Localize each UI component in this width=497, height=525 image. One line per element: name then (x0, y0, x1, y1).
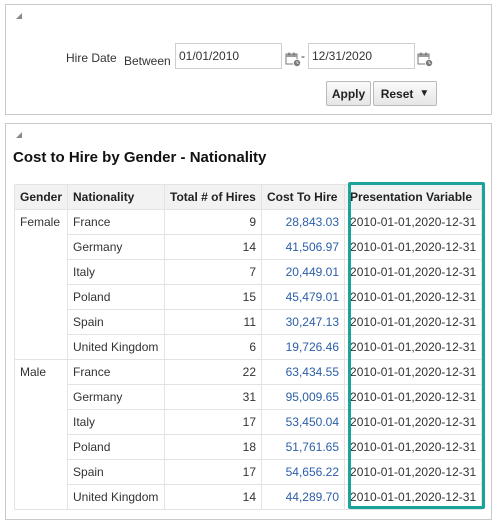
cost-cell[interactable]: 19,726.46 (261, 334, 346, 360)
between-label: Between (124, 54, 171, 68)
column-header-cost-to-hire[interactable]: Cost To Hire (261, 184, 346, 210)
column-header-nationality[interactable]: Nationality (67, 184, 166, 210)
gender-cell: Male (13, 359, 69, 510)
cost-cell[interactable]: 51,761.65 (261, 434, 346, 460)
column-header-presentation-variable[interactable]: Presentation Variable (344, 184, 483, 210)
apply-button-label: Apply (331, 86, 366, 101)
report-table-wrapper: Gender Nationality Total # of Hires Cost… (13, 184, 483, 510)
hire-date-from-input[interactable] (175, 43, 282, 69)
presentation-variable-cell: 2010-01-01,2020-12-31 (344, 259, 483, 285)
table-row: Germany 31 95,009.65 2010-01-01,2020-12-… (15, 384, 483, 410)
hires-cell: 14 (164, 234, 263, 260)
collapse-triangle-icon[interactable] (16, 13, 22, 19)
column-header-gender[interactable]: Gender (13, 184, 69, 210)
presentation-variable-cell: 2010-01-01,2020-12-31 (344, 434, 483, 460)
hires-cell: 17 (164, 409, 263, 435)
presentation-variable-cell: 2010-01-01,2020-12-31 (344, 484, 483, 510)
hires-cell: 31 (164, 384, 263, 410)
hires-cell: 7 (164, 259, 263, 285)
collapse-triangle-icon[interactable] (16, 132, 22, 138)
hires-cell: 14 (164, 484, 263, 510)
cost-cell[interactable]: 30,247.13 (261, 309, 346, 335)
nationality-cell: United Kingdom (67, 334, 166, 360)
cost-cell[interactable]: 95,009.65 (261, 384, 346, 410)
table-row: Poland 18 51,761.65 2010-01-01,2020-12-3… (15, 434, 483, 460)
cost-cell[interactable]: 53,450.04 (261, 409, 346, 435)
table-row: United Kingdom 6 19,726.46 2010-01-01,20… (15, 334, 483, 360)
report-table: Gender Nationality Total # of Hires Cost… (13, 184, 483, 510)
reset-button-label: Reset (380, 86, 414, 101)
hires-cell: 17 (164, 459, 263, 485)
filter-panel: Hire Date Between - Apply Reset ▼ (5, 4, 492, 115)
hires-cell: 22 (164, 359, 263, 385)
table-row: Germany 14 41,506.97 2010-01-01,2020-12-… (15, 234, 483, 260)
cost-cell[interactable]: 45,479.01 (261, 284, 346, 310)
table-header-row: Gender Nationality Total # of Hires Cost… (13, 184, 483, 210)
hire-date-label: Hire Date (66, 51, 117, 65)
presentation-variable-cell: 2010-01-01,2020-12-31 (344, 234, 483, 260)
reset-button[interactable]: Reset ▼ (373, 81, 437, 106)
nationality-cell: Spain (67, 459, 166, 485)
calendar-icon[interactable] (417, 51, 433, 67)
nationality-cell: Poland (67, 284, 166, 310)
hires-cell: 9 (164, 209, 263, 235)
table-row: Spain 11 30,247.13 2010-01-01,2020-12-31 (15, 309, 483, 335)
nationality-cell: Italy (67, 409, 166, 435)
cost-cell[interactable]: 20,449.01 (261, 259, 346, 285)
nationality-cell: France (67, 359, 166, 385)
table-row: Poland 15 45,479.01 2010-01-01,2020-12-3… (15, 284, 483, 310)
presentation-variable-cell: 2010-01-01,2020-12-31 (344, 384, 483, 410)
nationality-cell: Poland (67, 434, 166, 460)
presentation-variable-cell: 2010-01-01,2020-12-31 (344, 459, 483, 485)
presentation-variable-cell: 2010-01-01,2020-12-31 (344, 209, 483, 235)
calendar-icon[interactable] (285, 51, 301, 67)
cost-cell[interactable]: 28,843.03 (261, 209, 346, 235)
report-title: Cost to Hire by Gender - Nationality (13, 149, 267, 166)
table-row: Spain 17 54,656.22 2010-01-01,2020-12-31 (15, 459, 483, 485)
nationality-cell: United Kingdom (67, 484, 166, 510)
cost-cell[interactable]: 41,506.97 (261, 234, 346, 260)
hires-cell: 11 (164, 309, 263, 335)
hires-cell: 18 (164, 434, 263, 460)
nationality-cell: Italy (67, 259, 166, 285)
apply-button[interactable]: Apply (326, 81, 371, 106)
date-range-separator: - (301, 49, 305, 63)
hires-cell: 15 (164, 284, 263, 310)
hire-date-to-input[interactable] (308, 43, 415, 69)
table-row: Female France 9 28,843.03 2010-01-01,202… (13, 209, 483, 360)
nationality-cell: Germany (67, 234, 166, 260)
report-panel: Cost to Hire by Gender - Nationality Gen… (5, 123, 492, 520)
table-row: Italy 17 53,450.04 2010-01-01,2020-12-31 (15, 409, 483, 435)
nationality-cell: Germany (67, 384, 166, 410)
nationality-cell: France (67, 209, 166, 235)
presentation-variable-cell: 2010-01-01,2020-12-31 (344, 359, 483, 385)
hires-cell: 6 (164, 334, 263, 360)
presentation-variable-cell: 2010-01-01,2020-12-31 (344, 309, 483, 335)
table-row: Male France 22 63,434.55 2010-01-01,2020… (13, 359, 483, 510)
presentation-variable-cell: 2010-01-01,2020-12-31 (344, 284, 483, 310)
cost-cell[interactable]: 44,289.70 (261, 484, 346, 510)
chevron-down-icon: ▼ (419, 88, 430, 99)
column-header-total-hires[interactable]: Total # of Hires (164, 184, 263, 210)
nationality-cell: Spain (67, 309, 166, 335)
presentation-variable-cell: 2010-01-01,2020-12-31 (344, 334, 483, 360)
cost-cell[interactable]: 63,434.55 (261, 359, 346, 385)
gender-cell: Female (13, 209, 69, 360)
cost-cell[interactable]: 54,656.22 (261, 459, 346, 485)
presentation-variable-cell: 2010-01-01,2020-12-31 (344, 409, 483, 435)
table-row: Italy 7 20,449.01 2010-01-01,2020-12-31 (15, 259, 483, 285)
table-row: United Kingdom 14 44,289.70 2010-01-01,2… (15, 484, 483, 510)
